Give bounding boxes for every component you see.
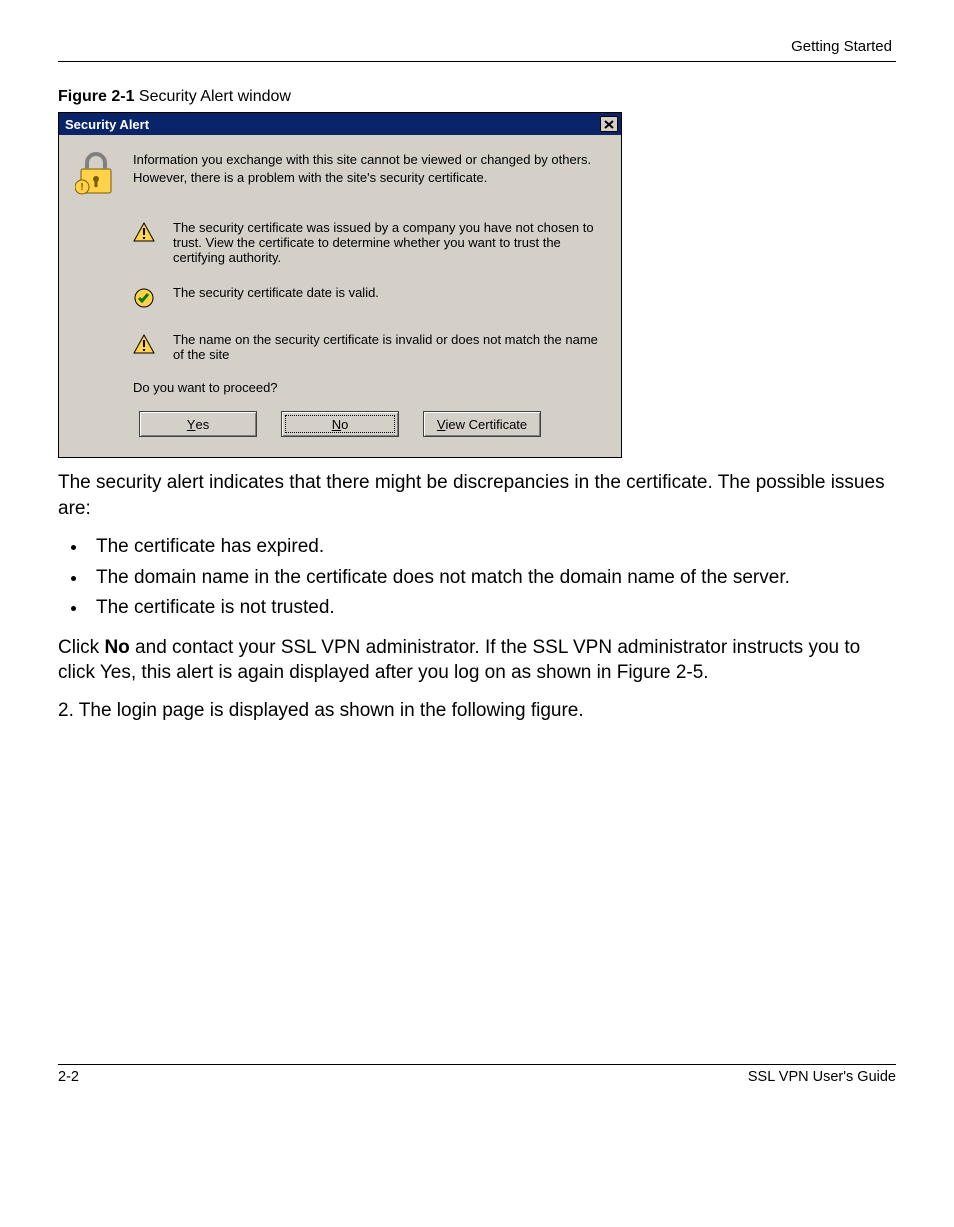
dialog-title: Security Alert — [65, 117, 149, 132]
paragraph-2: Click No and contact your SSL VPN admini… — [58, 635, 896, 686]
dialog-item-1: The security certificate was issued by a… — [173, 220, 605, 265]
close-icon — [604, 120, 614, 129]
view-certificate-button[interactable]: View Certificate — [423, 411, 541, 437]
dialog-item-2: The security certificate date is valid. — [173, 285, 379, 312]
paragraph-1: The security alert indicates that there … — [58, 470, 896, 521]
no-button[interactable]: No — [281, 411, 399, 437]
warning-icon — [133, 334, 157, 362]
header-rule — [58, 61, 896, 62]
dialog-item-3: The name on the security certificate is … — [173, 332, 605, 362]
yes-button[interactable]: Yes — [139, 411, 257, 437]
dialog-intro-text: Information you exchange with this site … — [133, 151, 605, 200]
figure-number: Figure 2-1 — [58, 88, 134, 105]
list-item: The certificate is not trusted. — [88, 594, 896, 623]
figure-caption: Figure 2-1 Security Alert window — [58, 88, 896, 106]
check-icon — [133, 287, 157, 312]
svg-text:!: ! — [80, 182, 83, 193]
doc-title: SSL VPN User's Guide — [748, 1069, 896, 1085]
security-alert-dialog: Security Alert ! — [58, 112, 622, 458]
list-item: The domain name in the certificate does … — [88, 564, 896, 593]
page-number: 2-2 — [58, 1069, 79, 1085]
step-2: 2. The login page is displayed as shown … — [58, 698, 896, 724]
warning-icon — [133, 222, 157, 265]
figure-title: Security Alert window — [134, 88, 291, 105]
lock-warning-icon: ! — [75, 151, 117, 200]
proceed-question: Do you want to proceed? — [133, 380, 605, 395]
page-footer: 2-2 SSL VPN User's Guide — [58, 1064, 896, 1085]
running-header: Getting Started — [58, 38, 896, 55]
list-item: The certificate has expired. — [88, 533, 896, 562]
dialog-titlebar: Security Alert — [59, 113, 621, 135]
close-button[interactable] — [600, 116, 618, 132]
issue-list: The certificate has expired. The domain … — [58, 533, 896, 623]
